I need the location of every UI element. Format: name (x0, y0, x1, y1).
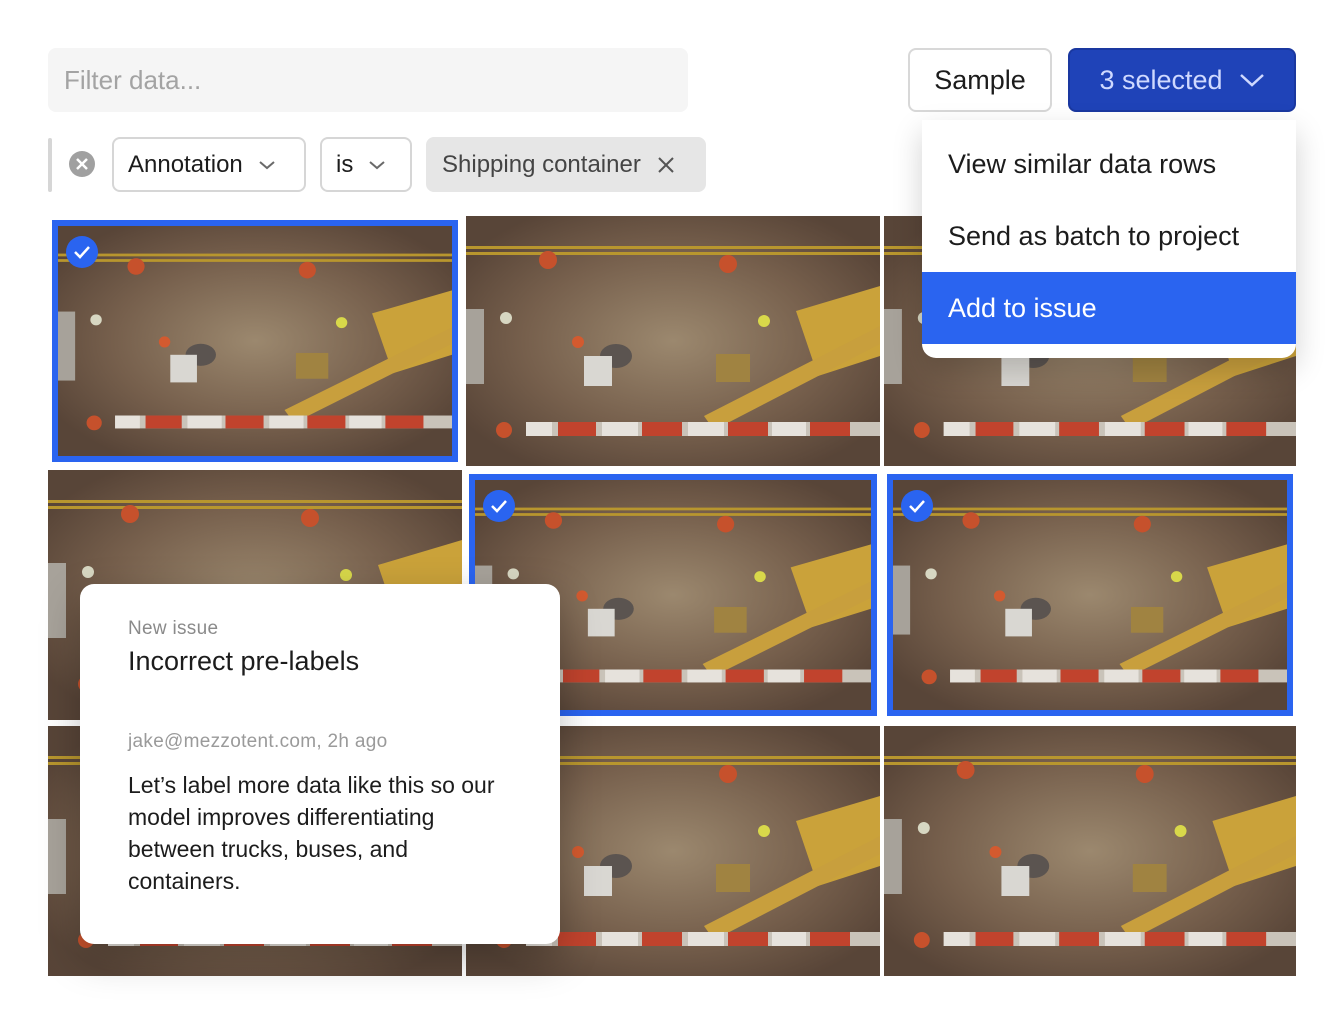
data-row-image[interactable] (887, 474, 1293, 716)
close-icon[interactable] (657, 156, 675, 174)
sample-button[interactable]: Sample (908, 48, 1052, 112)
filter-input[interactable] (48, 48, 688, 112)
data-row-thumbnail (893, 480, 1287, 710)
filter-field-select[interactable]: Annotation (112, 137, 306, 192)
data-row-image[interactable] (884, 726, 1296, 976)
selection-dropdown-button[interactable]: 3 selected (1068, 48, 1296, 112)
sample-button-label: Sample (934, 64, 1026, 95)
data-row-thumbnail (466, 216, 880, 466)
issue-title: Incorrect pre-labels (128, 646, 360, 676)
menu-item-label: Send as batch to project (948, 220, 1240, 251)
data-row-image[interactable] (52, 220, 458, 462)
chevron-down-icon (259, 160, 275, 169)
checkmark-icon (483, 490, 515, 522)
clear-filter-icon[interactable] (68, 150, 96, 178)
data-row-image[interactable] (466, 216, 880, 466)
selection-count-label: 3 selected (1099, 64, 1223, 95)
filter-field-label: Annotation (128, 150, 243, 178)
selection-actions-menu: View similar data rows Send as batch to … (922, 120, 1296, 358)
checkmark-icon (66, 236, 98, 268)
filter-operator-select[interactable]: is (320, 137, 412, 192)
filter-value-label: Shipping container (442, 150, 641, 178)
chevron-down-icon (1239, 74, 1264, 87)
checkmark-icon (901, 490, 933, 522)
menu-item-add-to-issue[interactable]: Add to issue (922, 272, 1296, 344)
menu-item-view-similar[interactable]: View similar data rows (922, 128, 1296, 200)
menu-item-label: View similar data rows (948, 148, 1217, 179)
data-row-thumbnail (884, 726, 1296, 976)
filter-operator-label: is (336, 150, 354, 178)
issue-card: New issue Incorrect pre-labels jake@mezz… (80, 584, 560, 944)
menu-item-label: Add to issue (948, 292, 1097, 323)
filter-row-divider (48, 138, 52, 192)
issue-kicker: New issue (128, 618, 219, 639)
issue-meta: jake@mezzotent.com, 2h ago (128, 731, 388, 752)
menu-item-send-batch[interactable]: Send as batch to project (922, 200, 1296, 272)
data-row-thumbnail (58, 226, 452, 456)
issue-body: Let’s label more data like this so our m… (128, 772, 495, 894)
filter-value-tag: Shipping container (426, 137, 706, 192)
chevron-down-icon (369, 160, 385, 169)
